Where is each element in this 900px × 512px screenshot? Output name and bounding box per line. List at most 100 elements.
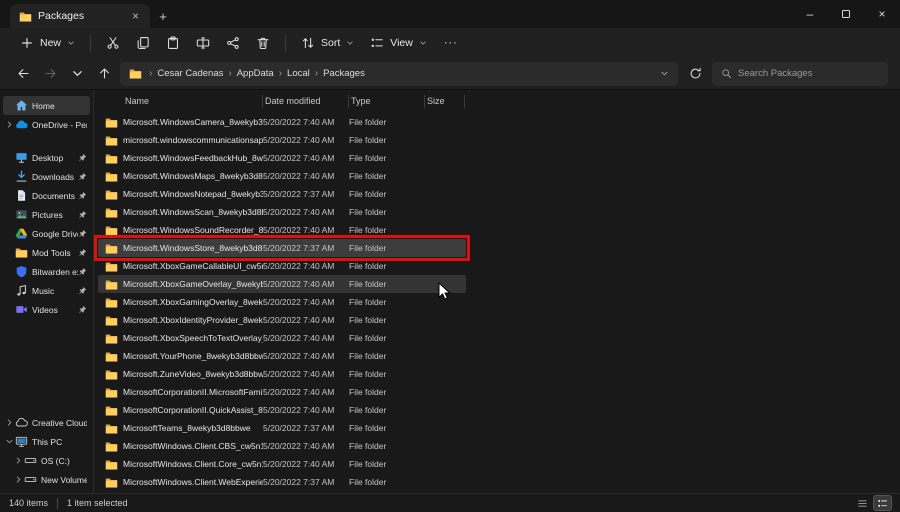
chevron-right-icon[interactable]: [14, 475, 23, 484]
column-header-name[interactable]: Name: [123, 95, 263, 108]
up-arrow-icon: [98, 67, 111, 80]
sidebar-item-os-c[interactable]: OS (C:): [3, 451, 90, 470]
chevron-down-icon[interactable]: [5, 437, 14, 446]
chevron-placeholder: [5, 191, 14, 200]
search-box[interactable]: [712, 61, 888, 86]
sidebar-item-creative-cloud-f[interactable]: Creative Cloud F...: [3, 413, 90, 432]
file-date-modified: 5/20/2022 7:37 AM: [263, 243, 335, 253]
file-row[interactable]: MicrosoftWindows.Client.WebExperienc...5…: [98, 473, 466, 491]
recent-locations-button[interactable]: [66, 63, 88, 85]
file-row[interactable]: Microsoft.WindowsNotepad_8wekyb3d8...5/2…: [98, 185, 466, 203]
new-button-label: New: [40, 37, 62, 49]
sidebar-item-pictures[interactable]: Pictures: [3, 205, 90, 224]
file-row[interactable]: MicrosoftWindows.Client.Core_cw5n1h2...5…: [98, 455, 466, 473]
folder-icon: [105, 350, 118, 363]
file-row[interactable]: Microsoft.WindowsCamera_8wekyb3d8b...5/2…: [98, 113, 466, 131]
new-tab-button[interactable]: +: [150, 4, 176, 28]
chevron-placeholder: [5, 248, 14, 257]
file-row[interactable]: Microsoft.XboxSpeechToTextOverlay_8w...5…: [98, 329, 466, 347]
breadcrumb-item-cesar-cadenas[interactable]: Cesar Cadenas: [157, 68, 223, 79]
sidebar-item-documents[interactable]: Documents: [3, 186, 90, 205]
see-more-button[interactable]: ···: [435, 33, 467, 53]
file-row[interactable]: Microsoft.XboxGameCallableUI_cw5n1h2...5…: [98, 257, 466, 275]
breadcrumb-item-local[interactable]: Local: [287, 68, 310, 79]
file-date-modified: 5/20/2022 7:40 AM: [263, 135, 335, 145]
sidebar-item-this-pc[interactable]: This PC: [3, 432, 90, 451]
file-row[interactable]: Microsoft.YourPhone_8wekyb3d8bbwe 5/20/20…: [98, 347, 466, 365]
item-count: 140 items: [9, 498, 49, 508]
file-row[interactable]: Microsoft.WindowsScan_8wekyb3d8bbwe5/20/…: [98, 203, 466, 221]
file-row[interactable]: MicrosoftTeams_8wekyb3d8bbwe 5/20/2022 7:…: [98, 419, 466, 437]
rename-button[interactable]: [188, 32, 218, 54]
cut-button[interactable]: [98, 32, 128, 54]
view-button[interactable]: View: [362, 32, 435, 54]
search-input[interactable]: [738, 68, 879, 79]
paste-button[interactable]: [158, 32, 188, 54]
tab-packages[interactable]: Packages ×: [10, 4, 150, 28]
sidebar-item-new-volume[interactable]: New Volume (...: [3, 470, 90, 489]
sidebar-item-label: Downloads: [32, 171, 75, 182]
column-header-type[interactable]: Type: [349, 95, 425, 108]
refresh-button[interactable]: [683, 62, 707, 86]
file-type: File folder: [349, 423, 387, 433]
back-button[interactable]: [12, 63, 34, 85]
new-button[interactable]: New: [12, 32, 83, 54]
chevron-down-icon[interactable]: [660, 69, 669, 78]
file-name: Microsoft.ZuneVideo_8wekyb3d8bbwe: [123, 369, 263, 379]
tab-close-icon[interactable]: ×: [130, 10, 141, 22]
delete-button[interactable]: [248, 32, 278, 54]
folder-icon: [105, 314, 118, 327]
file-row[interactable]: Microsoft.WindowsFeedbackHub_8weky...5/2…: [98, 149, 466, 167]
file-row[interactable]: MicrosoftCorporationII.MicrosoftFamily_.…: [98, 383, 466, 401]
chevron-placeholder: [5, 267, 14, 276]
file-row[interactable]: Microsoft.WindowsSoundRecorder_8wek...5/…: [98, 221, 466, 239]
list-view-icon: [857, 498, 868, 509]
sidebar-item-mod-tools[interactable]: Mod Tools: [3, 243, 90, 262]
file-row[interactable]: Microsoft.XboxIdentityProvider_8wekyb3..…: [98, 311, 466, 329]
address-toolbar: › Cesar Cadenas › AppData › Local › Packages: [0, 58, 900, 90]
trash-icon: [256, 36, 270, 50]
forward-button[interactable]: [39, 63, 61, 85]
sidebar-item-google-drive-g[interactable]: Google Drive (G...: [3, 224, 90, 243]
file-row[interactable]: Microsoft.WindowsMaps_8wekyb3d8bbwe5/20/…: [98, 167, 466, 185]
sort-button[interactable]: Sort: [293, 32, 362, 54]
file-row[interactable]: Microsoft.XboxGamingOverlay_8wekyb3...5/…: [98, 293, 466, 311]
file-row[interactable]: MicrosoftWindows.Client.CBS_cw5n1h2t...5…: [98, 437, 466, 455]
explorer-body: Home OneDrive - Pers... Desktop Downloads Do…: [0, 90, 900, 493]
chevron-right-icon[interactable]: [5, 120, 14, 129]
file-row[interactable]: microsoft.windowscommunicationsapps...5/…: [98, 131, 466, 149]
videos-icon: [15, 303, 28, 316]
copy-button[interactable]: [128, 32, 158, 54]
sidebar-item-home[interactable]: Home: [3, 96, 90, 115]
minimize-button[interactable]: –: [792, 0, 828, 28]
file-row[interactable]: MicrosoftCorporationII.QuickAssist_8wek.…: [98, 401, 466, 419]
drive-icon: [24, 473, 37, 486]
details-view-button[interactable]: [873, 495, 892, 511]
column-header-date-modified[interactable]: Date modified: [263, 95, 349, 108]
sidebar-item-onedrive-pers[interactable]: OneDrive - Pers...: [3, 115, 90, 134]
folder-icon: [105, 242, 118, 255]
column-header-size[interactable]: Size: [425, 95, 465, 108]
address-bar[interactable]: › Cesar Cadenas › AppData › Local › Packages: [120, 61, 678, 86]
close-button[interactable]: ×: [864, 0, 900, 28]
file-row[interactable]: Microsoft.ZuneVideo_8wekyb3d8bbwe 5/20/20…: [98, 365, 466, 383]
file-row[interactable]: Microsoft.WindowsStore_8wekyb3d8bbwe5/20…: [94, 235, 470, 261]
maximize-button[interactable]: [828, 0, 864, 28]
sidebar-item-videos[interactable]: Videos: [3, 300, 90, 319]
share-button[interactable]: [218, 32, 248, 54]
sidebar-item-downloads[interactable]: Downloads: [3, 167, 90, 186]
chevron-right-icon[interactable]: [5, 418, 14, 427]
back-arrow-icon: [17, 67, 30, 80]
sidebar-item-bitwarden-ex[interactable]: Bitwarden ex...: [3, 262, 90, 281]
breadcrumb-item-appdata[interactable]: AppData: [237, 68, 274, 79]
file-name: MicrosoftCorporationII.QuickAssist_8wek.…: [123, 405, 263, 415]
sidebar-item-music[interactable]: Music: [3, 281, 90, 300]
breadcrumb-item-packages[interactable]: Packages: [323, 68, 365, 79]
up-button[interactable]: [93, 63, 115, 85]
file-type: File folder: [349, 297, 387, 307]
sidebar-item-desktop[interactable]: Desktop: [3, 148, 90, 167]
chevron-right-icon[interactable]: [14, 456, 23, 465]
file-row[interactable]: Microsoft.XboxGameOverlay_8wekyb3d8...5/…: [98, 275, 466, 293]
pin-icon: [78, 229, 87, 238]
list-view-button[interactable]: [854, 496, 871, 510]
